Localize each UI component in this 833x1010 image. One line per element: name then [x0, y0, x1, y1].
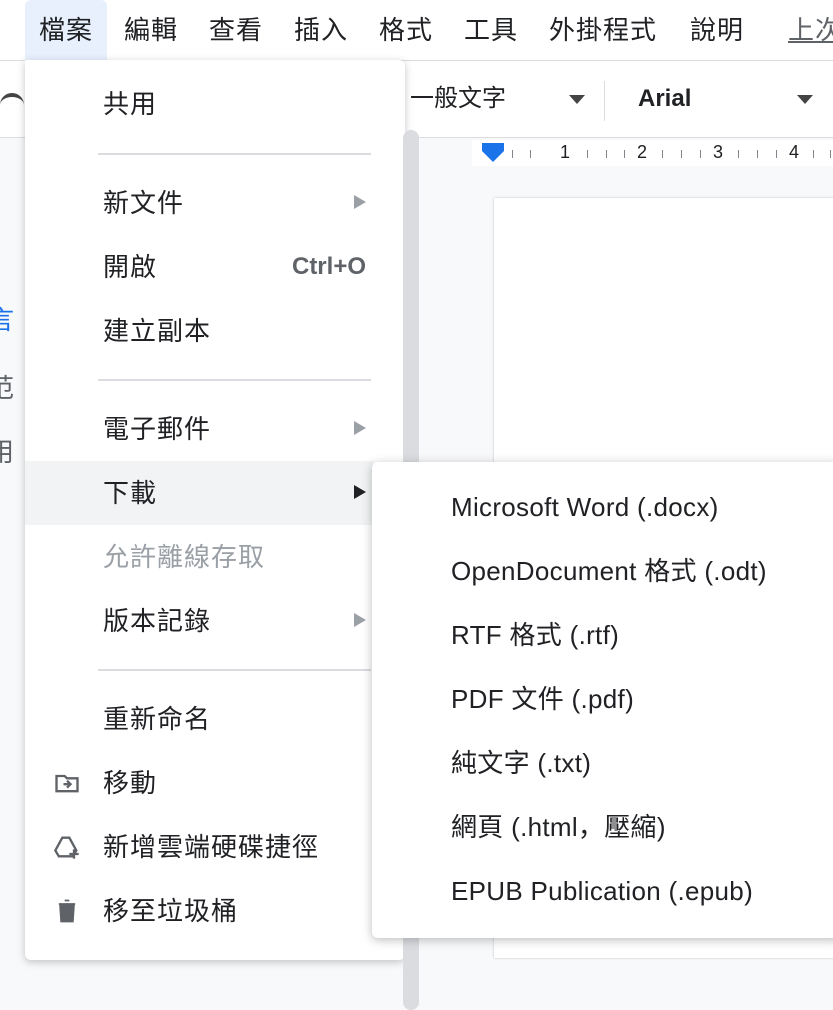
move-folder-icon [55, 774, 79, 793]
indent-marker-arrow[interactable] [482, 151, 504, 162]
menu-item-label: 建立副本 [103, 316, 212, 346]
menu-item-version-history[interactable]: 版本記錄 [25, 589, 396, 653]
menu-item-label: 共用 [103, 89, 158, 119]
ruler-tick [776, 150, 777, 158]
menu-item-label: 下載 [103, 478, 158, 508]
submenu-item-label: 網頁 (.html，壓縮) [451, 812, 666, 842]
download-submenu: Microsoft Word (.docx) OpenDocument 格式 (… [372, 462, 833, 938]
download-rtf[interactable]: RTF 格式 (.rtf) [372, 603, 833, 667]
submenu-arrow-icon [354, 195, 366, 209]
menu-format[interactable]: 格式 [365, 0, 447, 60]
paragraph-style-select[interactable]: 一般文字 [410, 75, 506, 123]
menu-item-label: 移動 [103, 768, 158, 798]
ruler-number: 4 [789, 142, 800, 162]
submenu-item-label: RTF 格式 (.rtf) [451, 620, 620, 650]
ruler-tick [624, 150, 625, 158]
shortcut-label: Ctrl+O [291, 253, 366, 280]
submenu-item-label: OpenDocument 格式 (.odt) [451, 556, 767, 586]
ruler-tick [813, 150, 814, 158]
submenu-arrow-icon [354, 613, 366, 627]
menu-edit[interactable]: 編輯 [110, 0, 192, 60]
menu-item-label: 新文件 [103, 188, 185, 218]
ruler-tick [662, 150, 663, 158]
menu-item-label: 版本記錄 [103, 606, 212, 636]
menu-file[interactable]: 檔案 [25, 0, 108, 60]
file-menu: 共用 新文件 開啟 Ctrl+O 建立副本 電子郵件 下載 允許離線存取 版本記… [25, 60, 419, 1010]
outline-heading[interactable]: 言 [0, 300, 14, 337]
ruler-tick [738, 150, 739, 158]
submenu-item-label: Microsoft Word (.docx) [451, 492, 719, 522]
ruler-tick [830, 150, 831, 158]
download-odt[interactable]: OpenDocument 格式 (.odt) [372, 539, 833, 603]
menu-item-make-copy[interactable]: 建立副本 [25, 299, 396, 363]
trash-icon [58, 899, 76, 923]
submenu-item-label: PDF 文件 (.pdf) [451, 684, 635, 714]
menu-item-label: 允許離線存取 [103, 542, 266, 572]
submenu-item-label: EPUB Publication (.epub) [451, 876, 754, 906]
menu-divider [98, 153, 371, 155]
menu-item-email[interactable]: 電子郵件 [25, 397, 396, 461]
menu-item-label: 移至垃圾桶 [103, 896, 239, 926]
menu-insert[interactable]: 插入 [280, 0, 362, 60]
menu-help[interactable]: 說明 [676, 0, 758, 60]
menu-item-new-document[interactable]: 新文件 [25, 171, 396, 235]
ruler-tick [700, 150, 701, 158]
ruler-tick [606, 150, 607, 158]
download-pdf[interactable]: PDF 文件 (.pdf) [372, 667, 833, 731]
submenu-arrow-icon [354, 485, 366, 499]
ruler-tick [512, 150, 513, 158]
outline-heading[interactable]: 用 [0, 432, 14, 469]
undo-icon[interactable] [0, 93, 24, 111]
last-edit-link[interactable]: 上次 [774, 0, 833, 60]
menu-item-label: 開啟 [103, 252, 158, 282]
menu-item-open[interactable]: 開啟 Ctrl+O [25, 235, 396, 299]
download-txt[interactable]: 純文字 (.txt) [372, 731, 833, 795]
ruler-tick [587, 150, 588, 158]
chevron-down-icon[interactable] [797, 95, 813, 104]
download-html[interactable]: 網頁 (.html，壓縮) [372, 795, 833, 859]
menu-item-label: 電子郵件 [103, 414, 212, 444]
menu-item-trash[interactable]: 移至垃圾桶 [25, 879, 396, 943]
menu-item-label: 新增雲端硬碟捷徑 [103, 832, 320, 862]
menu-item-label: 重新命名 [103, 704, 212, 734]
ruler-number: 3 [713, 142, 724, 162]
menu-item-download[interactable]: 下載 [25, 461, 373, 525]
chevron-down-icon[interactable] [569, 95, 585, 104]
ruler-number: 2 [637, 142, 648, 162]
menu-item-rename[interactable]: 重新命名 [25, 687, 396, 751]
menu-item-move[interactable]: 移動 [25, 751, 396, 815]
menu-view[interactable]: 查看 [195, 0, 277, 60]
menu-item-add-shortcut[interactable]: 新增雲端硬碟捷徑 [25, 815, 396, 879]
indent-marker[interactable] [482, 143, 504, 151]
ruler: 1 2 3 4 [472, 140, 833, 166]
submenu-item-label: 純文字 (.txt) [451, 748, 592, 778]
menu-item-share[interactable]: 共用 [25, 72, 396, 136]
drive-shortcut-icon [53, 836, 79, 859]
download-docx[interactable]: Microsoft Word (.docx) [372, 475, 833, 539]
font-family-select[interactable]: Arial [638, 75, 691, 123]
menu-addons[interactable]: 外掛程式 [535, 0, 671, 60]
toolbar-divider [604, 81, 605, 121]
menu-divider [98, 669, 371, 671]
menu-tools[interactable]: 工具 [450, 0, 532, 60]
outline-heading[interactable]: 范 [0, 368, 14, 405]
menu-item-offline: 允許離線存取 [25, 525, 396, 589]
menu-divider [98, 379, 371, 381]
submenu-arrow-icon [354, 421, 366, 435]
ruler-tick [757, 150, 758, 158]
download-epub[interactable]: EPUB Publication (.epub) [372, 859, 833, 923]
ruler-number: 1 [560, 142, 571, 162]
menu-bar: 檔案 編輯 查看 插入 格式 工具 外掛程式 說明 上次 [0, 0, 833, 61]
ruler-tick [530, 150, 531, 158]
ruler-tick [681, 150, 682, 158]
